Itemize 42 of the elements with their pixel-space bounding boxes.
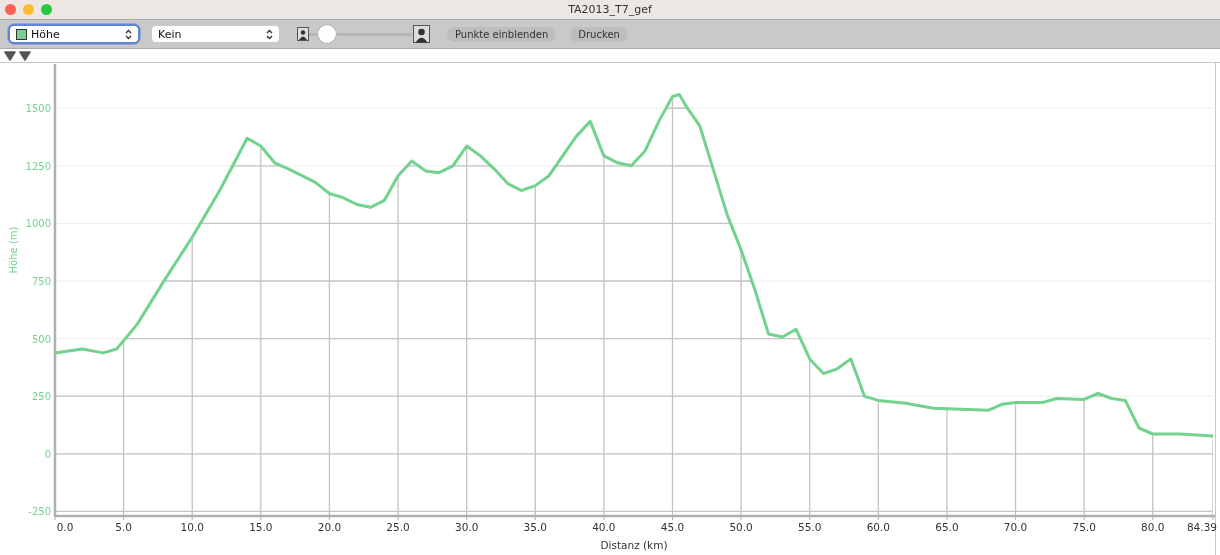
- y-tick-label: -250: [28, 506, 51, 518]
- x-tick-label: 55.0: [798, 521, 822, 533]
- x-tick-label: 65.0: [935, 521, 959, 533]
- x-tick-label: 20.0: [317, 521, 342, 533]
- y-tick-label: 1000: [25, 218, 51, 230]
- x-tick-label: 10.0: [180, 521, 204, 533]
- y-tick-label: 500: [31, 333, 51, 345]
- y-axis-title: Höhe (m): [8, 226, 19, 274]
- x-axis-title: Distanz (km): [600, 539, 668, 551]
- x-tick-label: 0.0: [56, 521, 74, 533]
- toolbar-button[interactable]: Drucken: [570, 26, 628, 42]
- x-tick-label: 75.0: [1072, 521, 1096, 533]
- x-tick-label: 60.0: [866, 521, 890, 533]
- person-icon: [297, 27, 309, 41]
- y-tick-label: 0: [44, 448, 51, 460]
- x-tick-label: 30.0: [454, 521, 479, 533]
- y-tick-label: 1500: [25, 103, 51, 115]
- minimize-button[interactable]: [23, 4, 34, 15]
- triangle-down-icon[interactable]: [4, 50, 16, 61]
- x-tick-label: 50.0: [729, 521, 753, 533]
- updown-chevron-icon: [266, 28, 273, 40]
- x-tick-label: 45.0: [660, 521, 685, 533]
- x-tick-label: 70.0: [1003, 521, 1028, 533]
- x-tick-label: 25.0: [386, 521, 410, 533]
- y-tick-label: 750: [31, 276, 51, 287]
- x-tick-label: 84.39: [1186, 521, 1217, 533]
- toolbar-button[interactable]: Punkte einblenden: [447, 26, 557, 42]
- triangle-down-icon[interactable]: [19, 50, 31, 61]
- x-tick-label: 80.0: [1141, 521, 1165, 533]
- zoom-button[interactable]: [41, 4, 52, 15]
- x-tick-label: 15.0: [249, 521, 273, 533]
- y-tick-label: 1250: [25, 160, 51, 172]
- x-tick-label: 35.0: [523, 521, 547, 533]
- person-icon: [413, 25, 430, 43]
- close-button[interactable]: [5, 4, 16, 15]
- data-select[interactable]: Höhe: [10, 26, 138, 42]
- updown-chevron-icon: [125, 28, 132, 40]
- y-tick-label: 250: [31, 391, 51, 403]
- window-title: TA2013_T7_gef: [568, 3, 652, 16]
- x-tick-label: 40.0: [592, 521, 616, 533]
- x-tick-label: 5.0: [115, 521, 132, 533]
- overlay-select[interactable]: Kein: [152, 26, 279, 42]
